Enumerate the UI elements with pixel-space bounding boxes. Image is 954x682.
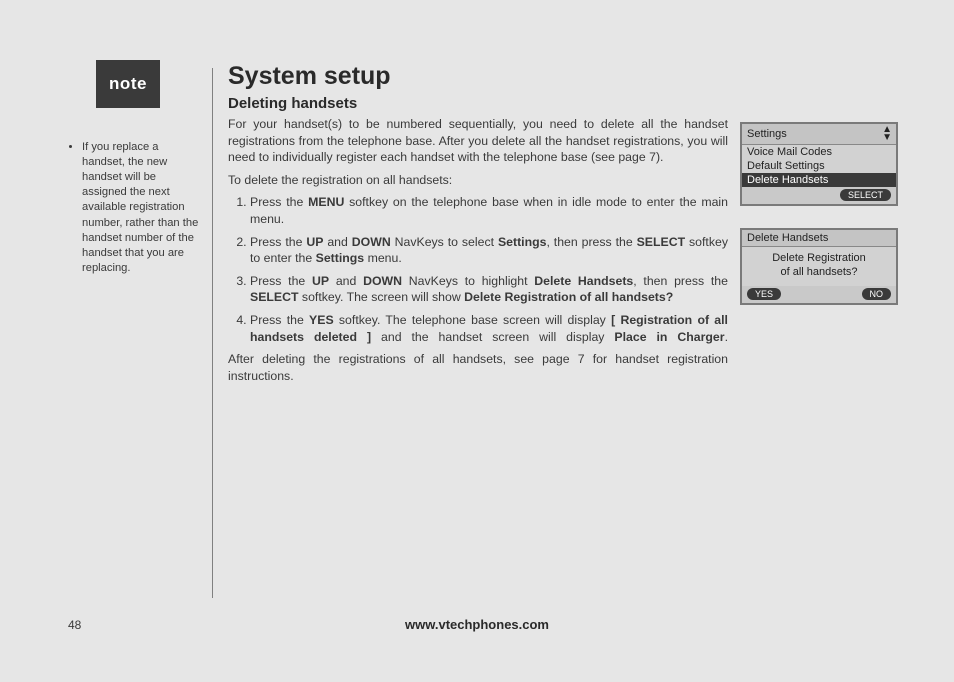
step-3: Press the UP and DOWN NavKeys to highlig…: [250, 273, 728, 306]
note-bullet: If you replace a handset, the new handse…: [82, 140, 202, 276]
steps-list: Press the MENU softkey on the telephone …: [228, 194, 728, 345]
screen-title-row: Settings ▲▼: [742, 124, 896, 145]
screen-title: Delete Handsets: [747, 232, 828, 244]
screen-title: Settings: [747, 128, 787, 140]
screen-illustrations: Settings ▲▼ Voice Mail Codes Default Set…: [740, 122, 902, 327]
menu-item: Voice Mail Codes: [742, 145, 896, 159]
step-2: Press the UP and DOWN NavKeys to select …: [250, 234, 728, 267]
screen-body: Delete Registration of all handsets?: [742, 247, 896, 286]
t: and: [329, 274, 363, 288]
page-title: System setup: [228, 62, 728, 91]
screen-title-row: Delete Handsets: [742, 230, 896, 247]
t: UP: [306, 235, 323, 249]
line: Delete Registration: [748, 251, 890, 265]
softkey-select: SELECT: [840, 189, 891, 201]
lead-line: To delete the registration on all handse…: [228, 172, 728, 189]
t: Press the: [250, 195, 308, 209]
t: softkey. The telephone base screen will …: [334, 313, 611, 327]
t: and the handset screen will display: [371, 330, 614, 344]
t: and: [323, 235, 351, 249]
t: Press the: [250, 274, 312, 288]
t: MENU: [308, 195, 344, 209]
t: Settings: [498, 235, 547, 249]
t: UP: [312, 274, 329, 288]
t: softkey. The screen will show: [299, 290, 465, 304]
t: DOWN: [352, 235, 391, 249]
line: of all handsets?: [748, 265, 890, 279]
t: SELECT: [250, 290, 299, 304]
softkey-no: NO: [862, 288, 892, 300]
t: Delete Handsets: [534, 274, 633, 288]
footer-url: www.vtechphones.com: [32, 617, 922, 632]
menu-item-highlighted: Delete Handsets: [742, 173, 896, 187]
screen-delete-handsets: Delete Handsets Delete Registration of a…: [740, 228, 898, 305]
t: Press the: [250, 235, 306, 249]
t: , then press the: [633, 274, 728, 288]
t: Press the: [250, 313, 309, 327]
t: YES: [309, 313, 334, 327]
note-sidebar-text: If you replace a handset, the new handse…: [70, 140, 202, 276]
outro-paragraph: After deleting the registrations of all …: [228, 351, 728, 384]
t: SELECT: [637, 235, 686, 249]
manual-page: note If you replace a handset, the new h…: [0, 0, 954, 682]
t: , then press the: [546, 235, 636, 249]
updown-icon: ▲▼: [882, 126, 891, 142]
t: NavKeys to select: [391, 235, 498, 249]
intro-paragraph: For your handset(s) to be numbered seque…: [228, 116, 728, 166]
step-1: Press the MENU softkey on the telephone …: [250, 194, 728, 227]
section-heading: Deleting handsets: [228, 95, 728, 112]
page-inner: note If you replace a handset, the new h…: [32, 28, 922, 654]
t: .: [725, 330, 728, 344]
softkey-row: SELECT: [742, 187, 896, 204]
note-badge: note: [96, 60, 160, 108]
softkey-row: YES NO: [742, 286, 896, 303]
t: Delete Registration of all handsets?: [464, 290, 673, 304]
menu-item: Default Settings: [742, 159, 896, 173]
main-column: System setup Deleting handsets For your …: [228, 62, 728, 390]
softkey-yes: YES: [747, 288, 781, 300]
t: Settings: [316, 251, 365, 265]
step-4: Press the YES softkey. The telephone bas…: [250, 312, 728, 345]
vertical-divider: [212, 68, 213, 598]
screen-settings: Settings ▲▼ Voice Mail Codes Default Set…: [740, 122, 898, 206]
t: NavKeys to highlight: [402, 274, 534, 288]
t: DOWN: [363, 274, 402, 288]
t: Place in Charger: [614, 330, 724, 344]
t: menu.: [364, 251, 402, 265]
note-badge-text: note: [109, 74, 147, 94]
